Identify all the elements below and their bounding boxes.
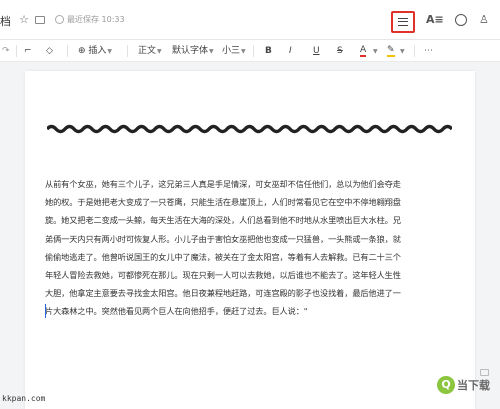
toolbar-divider bbox=[253, 45, 254, 57]
watermark-logo: Q 当下载 bbox=[437, 376, 490, 394]
more-options-icon[interactable]: ⋯ bbox=[424, 45, 433, 57]
title-bar: 档 ☆ 最近保存 10:33 A≡ ♙ bbox=[0, 0, 500, 40]
chevron-down-icon: ▼ bbox=[241, 48, 246, 55]
document-page[interactable]: 从前有个女巫，她有三个儿子，这兄弟三人真是手足情深，可女巫却不信任他们，总以为他… bbox=[25, 71, 489, 409]
outline-toggle-button[interactable] bbox=[391, 11, 415, 33]
logo-mark: Q bbox=[437, 376, 455, 394]
document-paragraph[interactable]: 从前有个女巫，她有三个儿子，这兄弟三人真是手足情深，可女巫却不信任他们，总以为他… bbox=[45, 175, 457, 321]
formatting-toolbar: ↷ ⌐ ◇ ⊕ 插入▼ 正文▼ 默认字体▼ 小三▼ B I U S A ▼ ✎ … bbox=[0, 40, 500, 62]
format-painter-icon[interactable]: ⌐ bbox=[24, 45, 32, 57]
watermark-site-text: kkpan.com bbox=[2, 394, 46, 403]
chevron-down-icon: ▼ bbox=[157, 48, 162, 55]
toolbar-divider bbox=[16, 45, 17, 57]
paragraph-line: 偷偷地逃走了。他曾听说国王的女儿中了魔法，被关在了金太阳宫，等着有人去解救。已有… bbox=[45, 251, 401, 262]
logo-text: 当下载 bbox=[457, 379, 490, 392]
star-icon[interactable]: ☆ bbox=[18, 14, 30, 26]
document-title[interactable]: 档 bbox=[0, 13, 10, 29]
saved-check-icon bbox=[55, 15, 64, 24]
chevron-down-icon[interactable]: ▼ bbox=[399, 45, 405, 58]
highlight-icon[interactable]: ✎ bbox=[387, 45, 395, 57]
toolbar-divider bbox=[67, 45, 68, 57]
insert-menu[interactable]: ⊕ 插入▼ bbox=[78, 45, 112, 58]
font-family-select[interactable]: 默认字体▼ bbox=[172, 45, 214, 58]
paragraph-line: 弟俩一天内只有两小时可恢复人形。小儿子由于害怕女巫把他也变成一只猛兽，一头熊或一… bbox=[45, 233, 401, 244]
paragraph-line: 年轻人冒险去救她，可都惨死在那儿。现在只剩一人可以去救她，以后谁也不能去了。这年… bbox=[45, 270, 401, 281]
comment-icon[interactable] bbox=[480, 369, 489, 376]
paragraph-line: 从前有个女巫，她有三个儿子，这兄弟三人真是手足情深，可女巫却不信任他们，总以为他… bbox=[45, 179, 401, 189]
clear-format-icon[interactable]: ◇ bbox=[46, 45, 53, 57]
folder-icon[interactable] bbox=[35, 16, 45, 24]
paragraph-line: 大胆，他拿定主意要去寻找金太阳宫。他日夜兼程地赶路，可连宫殿的影子也没找着，最后… bbox=[45, 288, 401, 299]
menu-lines-icon bbox=[398, 18, 408, 26]
insert-plus-icon: ⊕ bbox=[78, 46, 89, 56]
paragraph-line: 她的权。于是她把老大变成了一只苍鹰，只能生活在悬崖顶上，人们时常看见它在空中不停… bbox=[45, 197, 401, 208]
paragraph-line: 片大森林之中。突然他看见两个巨人在向他招手，便赶了过去。巨人说：" bbox=[45, 306, 308, 317]
save-status: 最近保存 10:33 bbox=[55, 14, 125, 25]
underline-button[interactable]: U bbox=[313, 45, 320, 57]
toolbar-divider bbox=[414, 45, 415, 57]
font-color-button[interactable]: A bbox=[360, 45, 367, 57]
wavy-divider bbox=[47, 124, 452, 134]
chevron-down-icon[interactable]: ▼ bbox=[372, 45, 378, 58]
strikethrough-button[interactable]: S bbox=[337, 45, 343, 57]
paragraph-line: 旋。她又把老二变成一头鲸，每天生活在大海的深处，人们总看到他不时地从水里喷出巨大… bbox=[45, 215, 401, 226]
italic-button[interactable]: I bbox=[289, 45, 292, 57]
play-icon[interactable] bbox=[455, 14, 467, 26]
font-size-select[interactable]: 小三▼ bbox=[222, 45, 246, 58]
add-user-icon[interactable]: ♙ bbox=[479, 13, 489, 27]
bold-button[interactable]: B bbox=[265, 45, 272, 57]
text-format-icon[interactable]: A≡ bbox=[426, 13, 444, 27]
text-cursor bbox=[45, 304, 46, 318]
paragraph-style-select[interactable]: 正文▼ bbox=[138, 45, 162, 58]
chevron-down-icon: ▼ bbox=[107, 48, 113, 55]
redo-icon[interactable]: ↷ bbox=[2, 45, 10, 57]
chevron-down-icon: ▼ bbox=[209, 48, 214, 55]
toolbar-divider bbox=[127, 45, 128, 57]
wavy-divider-line bbox=[47, 124, 452, 134]
